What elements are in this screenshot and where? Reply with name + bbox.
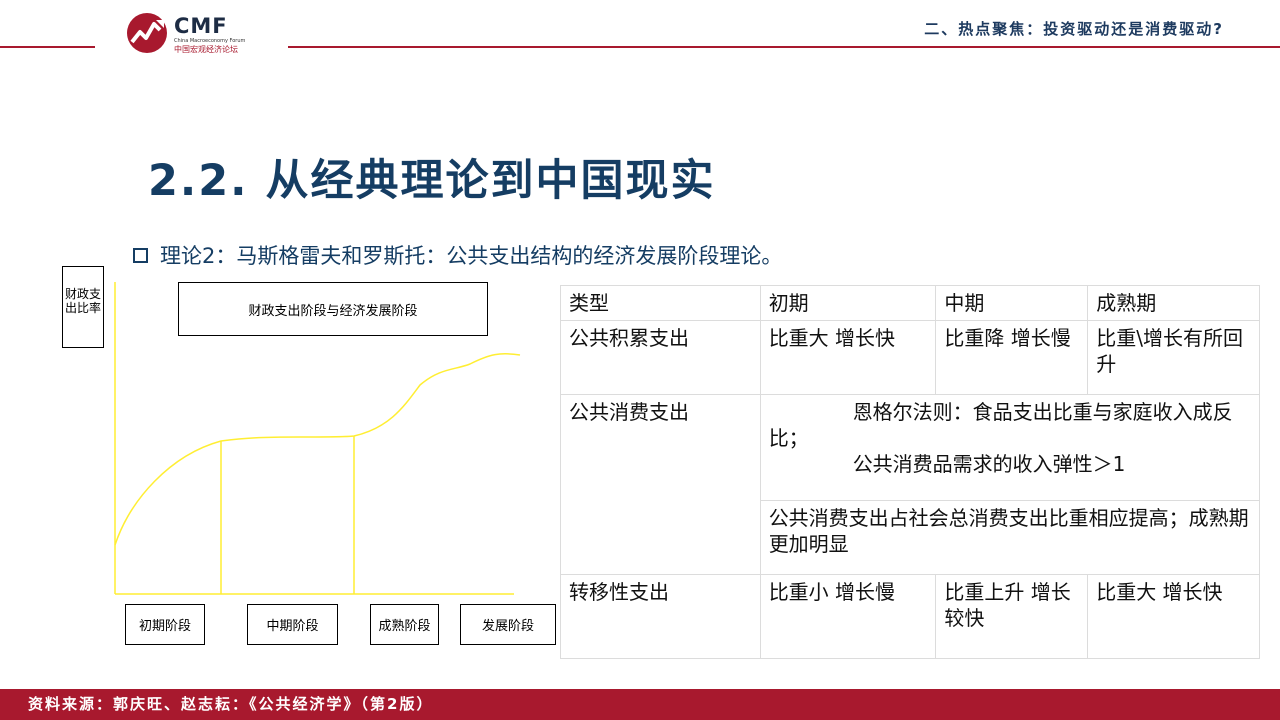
table-header-row: 类型 初期 中期 成熟期 [560,285,1260,321]
row1-type: 公共积累支出 [560,320,761,395]
row1-early: 比重大 增长快 [759,320,937,395]
row3-early: 比重小 增长慢 [759,574,937,659]
header-early: 初期 [759,285,937,321]
row3-mid: 比重上升 增长较快 [935,574,1089,659]
row2-share-text: 公共消费支出占社会总消费支出比重相应提高；成熟期更加明显 [759,500,1261,575]
row2-engel-cell: 恩格尔法则：食品支出比重与家庭收入成反比； 公共消费品需求的收入弹性＞1 [759,394,1261,501]
header-mid: 中期 [935,285,1089,321]
header-type: 类型 [560,285,761,321]
row2-type: 公共消费支出 [560,394,761,575]
stage-mature: 成熟阶段 [370,604,439,645]
stage-early: 初期阶段 [125,604,205,645]
header-mature: 成熟期 [1087,285,1260,321]
expenditure-curve [114,352,521,546]
row3-type: 转移性支出 [560,574,761,659]
row1-mid: 比重降 增长慢 [935,320,1089,395]
table-row: 公共消费支出 恩格尔法则：食品支出比重与家庭收入成反比； 公共消费品需求的收入弹… [560,394,1261,575]
stage-development: 发展阶段 [460,604,556,645]
table-row: 转移性支出 比重小 增长慢 比重上升 增长较快 比重大 增长快 [560,574,1260,659]
income-elasticity-text: 公共消费品需求的收入弹性＞1 [852,452,1126,476]
expenditure-table: 类型 初期 中期 成熟期 公共积累支出 比重大 增长快 比重降 增长慢 比重\增… [560,285,1261,659]
engel-law-text: 恩格尔法则：食品支出比重与家庭收入成反比； [768,400,1233,450]
source-footer: 资料来源：郭庆旺、赵志耘：《公共经济学》（第2版） [0,689,1280,720]
section-title: 二、热点聚焦：投资驱动还是消费驱动? [924,20,1224,38]
row1-mature: 比重\增长有所回升 [1087,320,1260,395]
stage-middle: 中期阶段 [247,604,338,645]
row3-mature: 比重大 增长快 [1087,574,1260,659]
table-row: 公共积累支出 比重大 增长快 比重降 增长慢 比重\增长有所回升 [560,320,1260,395]
